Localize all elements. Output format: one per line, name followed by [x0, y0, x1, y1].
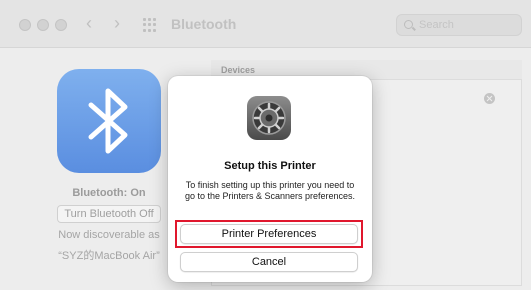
device-name: “SYZ的MacBook Air”	[58, 250, 160, 262]
search-icon	[404, 20, 413, 29]
dialog-message: To finish setting up this printer you ne…	[184, 180, 356, 201]
setup-printer-dialog: Setup this Printer To finish setting up …	[168, 76, 372, 282]
cancel-button[interactable]: Cancel	[180, 252, 358, 272]
printer-preferences-button[interactable]: Printer Preferences	[180, 224, 358, 244]
search-field[interactable]: Search	[396, 14, 522, 36]
zoom-window-button[interactable]	[55, 19, 67, 31]
dialog-title: Setup this Printer	[224, 160, 316, 172]
title-bar: ‹ › Bluetooth Search	[0, 0, 531, 48]
turn-bluetooth-off-button[interactable]: Turn Bluetooth Off	[57, 205, 161, 223]
window-title: Bluetooth	[171, 16, 237, 32]
bluetooth-status: Bluetooth: On	[72, 187, 146, 199]
close-window-button[interactable]	[19, 19, 31, 31]
minimize-window-button[interactable]	[37, 19, 49, 31]
search-placeholder: Search	[419, 19, 454, 31]
forward-chevron-icon[interactable]: ›	[114, 13, 120, 33]
bluetooth-icon	[88, 88, 128, 154]
system-preferences-gear-icon	[247, 96, 291, 140]
back-chevron-icon[interactable]: ‹	[86, 13, 92, 33]
remove-device-icon[interactable]	[484, 93, 495, 104]
discoverable-label: Now discoverable as	[58, 229, 160, 241]
show-all-grid-icon[interactable]	[143, 18, 157, 32]
bluetooth-tile	[57, 69, 161, 173]
